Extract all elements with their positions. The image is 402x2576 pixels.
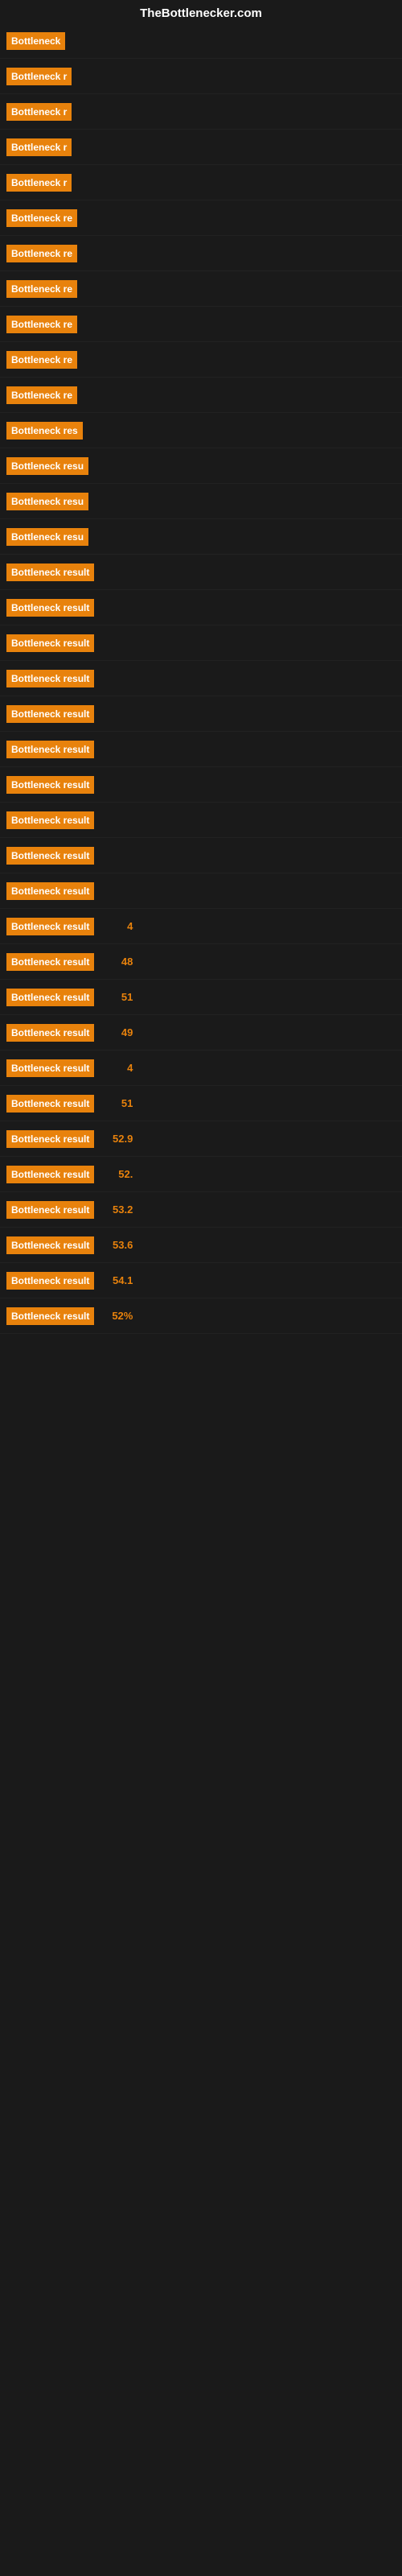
table-row: Bottleneck result 4 — [0, 909, 402, 944]
table-row: Bottleneck r — [0, 94, 402, 130]
bottleneck-label: Bottleneck result — [6, 918, 94, 935]
table-row: Bottleneck result — [0, 625, 402, 661]
bottleneck-label: Bottleneck re — [6, 351, 77, 369]
table-row: Bottleneck res — [0, 413, 402, 448]
bottleneck-label: Bottleneck result — [6, 1059, 94, 1077]
bottleneck-label: Bottleneck result — [6, 564, 94, 581]
bottleneck-value: 4 — [100, 1062, 133, 1074]
bottleneck-label: Bottleneck resu — [6, 528, 88, 546]
bottleneck-label: Bottleneck result — [6, 776, 94, 794]
bottleneck-value: 53.2 — [100, 1203, 133, 1216]
bottleneck-label: Bottleneck result — [6, 882, 94, 900]
table-row: Bottleneck result — [0, 803, 402, 838]
table-row: Bottleneck resu — [0, 519, 402, 555]
bottleneck-value: 51 — [100, 1097, 133, 1109]
bottleneck-label: Bottleneck re — [6, 280, 77, 298]
table-row: Bottleneck result 52% — [0, 1298, 402, 1334]
header: TheBottlenecker.com — [0, 0, 402, 23]
table-row: Bottleneck result 49 — [0, 1015, 402, 1051]
bottleneck-label: Bottleneck result — [6, 670, 94, 687]
table-row: Bottleneck result 54.1 — [0, 1263, 402, 1298]
bottleneck-label: Bottleneck r — [6, 138, 72, 156]
bottleneck-value: 54.1 — [100, 1274, 133, 1286]
bottleneck-label: Bottleneck re — [6, 386, 77, 404]
bottleneck-label: Bottleneck r — [6, 103, 72, 121]
bottleneck-label: Bottleneck result — [6, 1201, 94, 1219]
bottleneck-label: Bottleneck resu — [6, 457, 88, 475]
bottleneck-label: Bottleneck result — [6, 1307, 94, 1325]
table-row: Bottleneck resu — [0, 484, 402, 519]
table-row: Bottleneck result — [0, 767, 402, 803]
table-row: Bottleneck result — [0, 732, 402, 767]
table-row: Bottleneck r — [0, 130, 402, 165]
bottleneck-label: Bottleneck result — [6, 599, 94, 617]
table-row: Bottleneck result 53.6 — [0, 1228, 402, 1263]
bottleneck-label: Bottleneck result — [6, 705, 94, 723]
bottleneck-value: 48 — [100, 956, 133, 968]
table-row: Bottleneck — [0, 23, 402, 59]
table-row: Bottleneck result 4 — [0, 1051, 402, 1086]
bottleneck-label: Bottleneck resu — [6, 493, 88, 510]
table-row: Bottleneck resu — [0, 448, 402, 484]
bottleneck-label: Bottleneck result — [6, 1095, 94, 1113]
bottleneck-label: Bottleneck result — [6, 1166, 94, 1183]
bottleneck-value: 51 — [100, 991, 133, 1003]
bottleneck-label: Bottleneck result — [6, 741, 94, 758]
table-row: Bottleneck result 51 — [0, 980, 402, 1015]
bottleneck-label: Bottleneck result — [6, 1024, 94, 1042]
table-row: Bottleneck result — [0, 696, 402, 732]
bottleneck-label: Bottleneck re — [6, 316, 77, 333]
table-row: Bottleneck re — [0, 342, 402, 378]
bottleneck-label: Bottleneck — [6, 32, 65, 50]
bottleneck-label: Bottleneck result — [6, 847, 94, 865]
bottleneck-value: 52. — [100, 1168, 133, 1180]
bottleneck-label: Bottleneck res — [6, 422, 83, 440]
bottleneck-label: Bottleneck result — [6, 811, 94, 829]
table-row: Bottleneck result — [0, 590, 402, 625]
table-row: Bottleneck result — [0, 661, 402, 696]
table-row: Bottleneck re — [0, 236, 402, 271]
bottleneck-value: 53.6 — [100, 1239, 133, 1251]
table-row: Bottleneck r — [0, 59, 402, 94]
bottleneck-label: Bottleneck result — [6, 1130, 94, 1148]
table-row: Bottleneck re — [0, 200, 402, 236]
table-row: Bottleneck re — [0, 271, 402, 307]
table-row: Bottleneck result 52. — [0, 1157, 402, 1192]
bottleneck-label: Bottleneck result — [6, 1272, 94, 1290]
table-row: Bottleneck re — [0, 307, 402, 342]
bottleneck-value: 4 — [100, 920, 133, 932]
table-row: Bottleneck result 53.2 — [0, 1192, 402, 1228]
bottleneck-label: Bottleneck re — [6, 245, 77, 262]
table-row: Bottleneck result — [0, 555, 402, 590]
bottleneck-label: Bottleneck r — [6, 174, 72, 192]
bottleneck-label: Bottleneck re — [6, 209, 77, 227]
table-row: Bottleneck result 48 — [0, 944, 402, 980]
table-row: Bottleneck result 52.9 — [0, 1121, 402, 1157]
site-title: TheBottlenecker.com — [0, 0, 402, 23]
bottleneck-label: Bottleneck result — [6, 953, 94, 971]
bottleneck-value: 49 — [100, 1026, 133, 1038]
bottleneck-value: 52.9 — [100, 1133, 133, 1145]
bottleneck-value: 52% — [100, 1310, 133, 1322]
bottleneck-label: Bottleneck result — [6, 634, 94, 652]
table-row: Bottleneck result 51 — [0, 1086, 402, 1121]
bottleneck-label: Bottleneck r — [6, 68, 72, 85]
table-row: Bottleneck result — [0, 838, 402, 873]
table-row: Bottleneck result — [0, 873, 402, 909]
table-row: Bottleneck re — [0, 378, 402, 413]
bottleneck-label: Bottleneck result — [6, 989, 94, 1006]
table-row: Bottleneck r — [0, 165, 402, 200]
bottleneck-label: Bottleneck result — [6, 1236, 94, 1254]
